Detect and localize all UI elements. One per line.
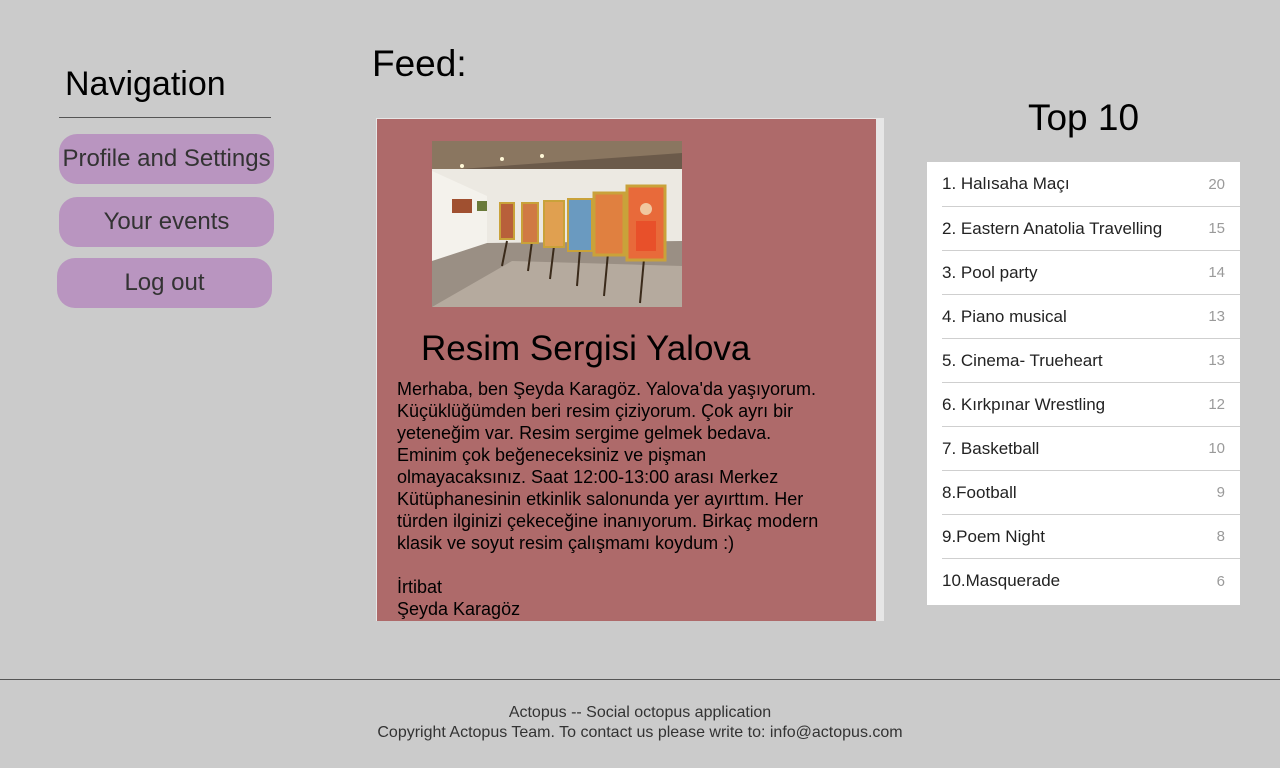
navigation-panel: Navigation (57, 60, 275, 118)
top10-item-count: 9 (1216, 484, 1225, 501)
top10-item-name: 7. Basketball (942, 438, 1040, 458)
footer: Actopus -- Social octopus application Co… (0, 703, 1280, 743)
top10-item-count: 20 (1208, 175, 1225, 193)
top10-item-count: 14 (1208, 264, 1225, 281)
top10-item[interactable]: 9.Poem Night 8 (942, 515, 1240, 559)
top10-item-name: 1. Halısaha Maçı (942, 174, 1070, 193)
post-contact: İrtibat Şeyda Karagöz (397, 576, 520, 620)
post-image (432, 141, 682, 307)
top10-item-name: 8.Football (942, 482, 1017, 502)
top10-item-count: 12 (1208, 396, 1225, 413)
top10-item[interactable]: 7. Basketball 10 (942, 427, 1240, 471)
top10-item[interactable]: 5. Cinema- Trueheart 13 (942, 339, 1240, 383)
profile-settings-button[interactable]: Profile and Settings (59, 134, 274, 184)
top10-title: Top 10 (1027, 97, 1140, 138)
your-events-button[interactable]: Your events (59, 197, 274, 247)
contact-label: İrtibat (397, 577, 443, 597)
feed-title: Feed: (372, 43, 467, 84)
exhibition-photo (432, 141, 682, 307)
top10-item[interactable]: 3. Pool party 14 (942, 251, 1240, 295)
top10-item-count: 13 (1208, 308, 1225, 325)
top10-item-name: 9.Poem Night (942, 526, 1045, 546)
contact-name: Şeyda Karagöz (397, 599, 521, 619)
top10-item[interactable]: 6. Kırkpınar Wrestling 12 (942, 383, 1240, 427)
navigation-title: Navigation (65, 65, 226, 103)
feed-post-card[interactable]: Resim Sergisi Yalova Merhaba, ben Şeyda … (377, 119, 876, 621)
top10-item[interactable]: 8.Football 9 (942, 471, 1240, 515)
navigation-divider (59, 117, 271, 118)
post-body: Merhaba, ben Şeyda Karagöz. Yalova'da ya… (397, 379, 819, 553)
top10-item-count: 10 (1208, 440, 1225, 457)
top10-item[interactable]: 1. Halısaha Maçı 20 (942, 162, 1240, 207)
top10-item-count: 8 (1216, 528, 1225, 545)
footer-divider (0, 679, 1280, 680)
top10-item-count: 13 (1208, 352, 1225, 369)
top10-item-name: 6. Kırkpınar Wrestling (942, 394, 1106, 414)
top10-item[interactable]: 10.Masquerade 6 (942, 559, 1240, 603)
top10-list: 1. Halısaha Maçı 20 2. Eastern Anatolia T… (927, 162, 1240, 605)
top10-item[interactable]: 4. Piano musical 13 (942, 295, 1240, 339)
footer-tagline: Actopus -- Social octopus application (508, 704, 772, 721)
top10-item-name: 3. Pool party (942, 262, 1038, 282)
top10-item-name: 2. Eastern Anatolia Travelling (942, 218, 1163, 238)
post-title: Resim Sergisi Yalova (421, 329, 751, 368)
top10-item-name: 10.Masquerade (942, 571, 1061, 590)
top10-item[interactable]: 2. Eastern Anatolia Travelling 15 (942, 207, 1240, 251)
log-out-button[interactable]: Log out (57, 258, 272, 308)
top10-item-name: 4. Piano musical (942, 306, 1067, 326)
top10-item-name: 5. Cinema- Trueheart (942, 350, 1103, 370)
feed-post-frame: Resim Sergisi Yalova Merhaba, ben Şeyda … (376, 118, 884, 621)
footer-copyright: Copyright Actopus Team. To contact us pl… (377, 724, 903, 741)
top10-item-count: 6 (1216, 572, 1225, 590)
top10-item-count: 15 (1208, 220, 1225, 237)
